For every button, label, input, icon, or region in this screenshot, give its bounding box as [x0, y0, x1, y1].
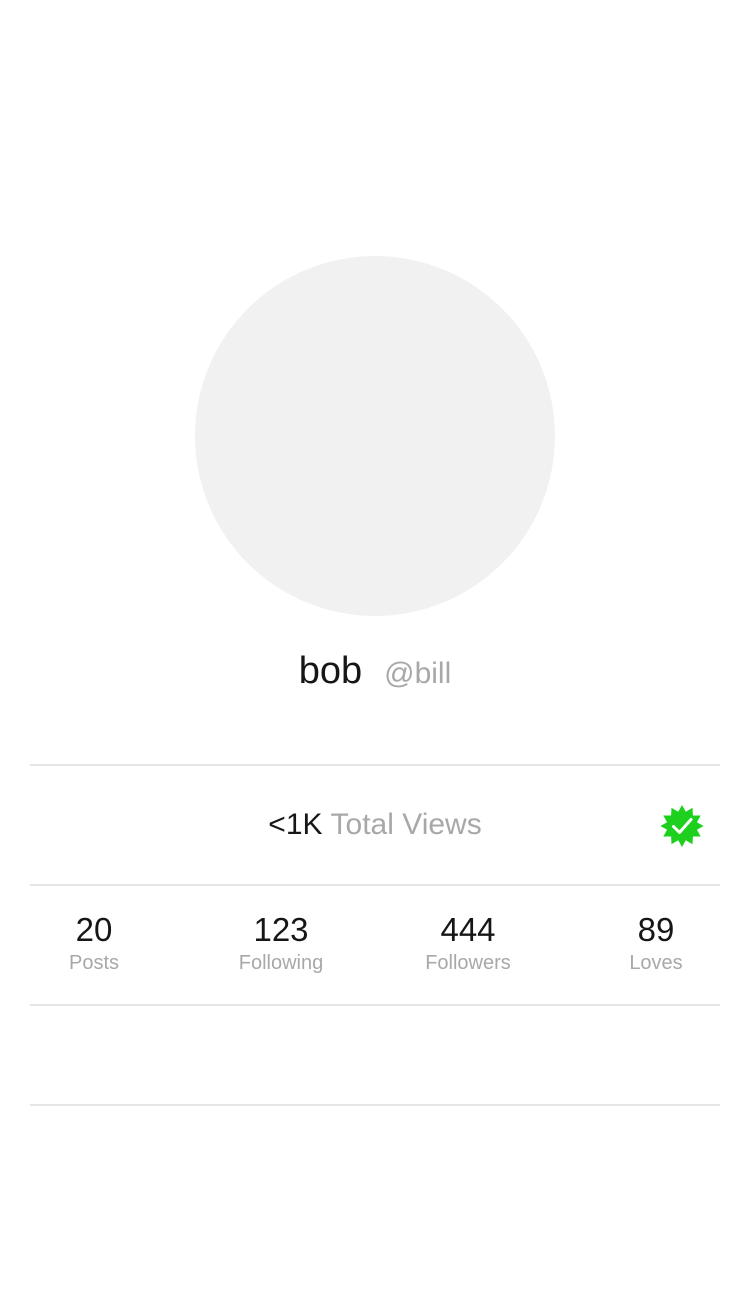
- profile-stats: 20 Posts 123 Following 444 Followers 89 …: [0, 886, 750, 1004]
- verified-badge-shape: [660, 805, 704, 847]
- display-name: bob: [298, 650, 363, 692]
- divider-bottom: [30, 1004, 720, 1006]
- stat-posts-value: 20: [75, 911, 113, 948]
- profile-name-row: bob @bill: [0, 650, 750, 706]
- total-views-row: <1K Total Views: [30, 766, 720, 884]
- stat-loves[interactable]: 89 Loves: [576, 910, 736, 976]
- stat-following-label: Following: [238, 952, 324, 974]
- stat-followers-label: Followers: [425, 952, 511, 974]
- verified-badge-icon: [660, 805, 704, 847]
- stat-posts-label: Posts: [68, 952, 120, 974]
- username-handle: @bill: [384, 657, 452, 690]
- stat-loves-label: Loves: [629, 952, 683, 974]
- total-views-label: Total Views: [330, 808, 482, 841]
- divider-footer: [30, 1104, 720, 1106]
- total-views: <1K Total Views: [30, 766, 720, 884]
- stat-followers[interactable]: 444 Followers: [388, 910, 548, 976]
- stat-loves-value: 89: [637, 911, 675, 948]
- total-views-count: <1K: [268, 808, 323, 841]
- stat-followers-value: 444: [440, 911, 496, 948]
- stat-posts[interactable]: 20 Posts: [14, 910, 174, 976]
- profile-avatar[interactable]: [195, 256, 555, 616]
- stat-following[interactable]: 123 Following: [201, 910, 361, 976]
- stat-following-value: 123: [253, 911, 309, 948]
